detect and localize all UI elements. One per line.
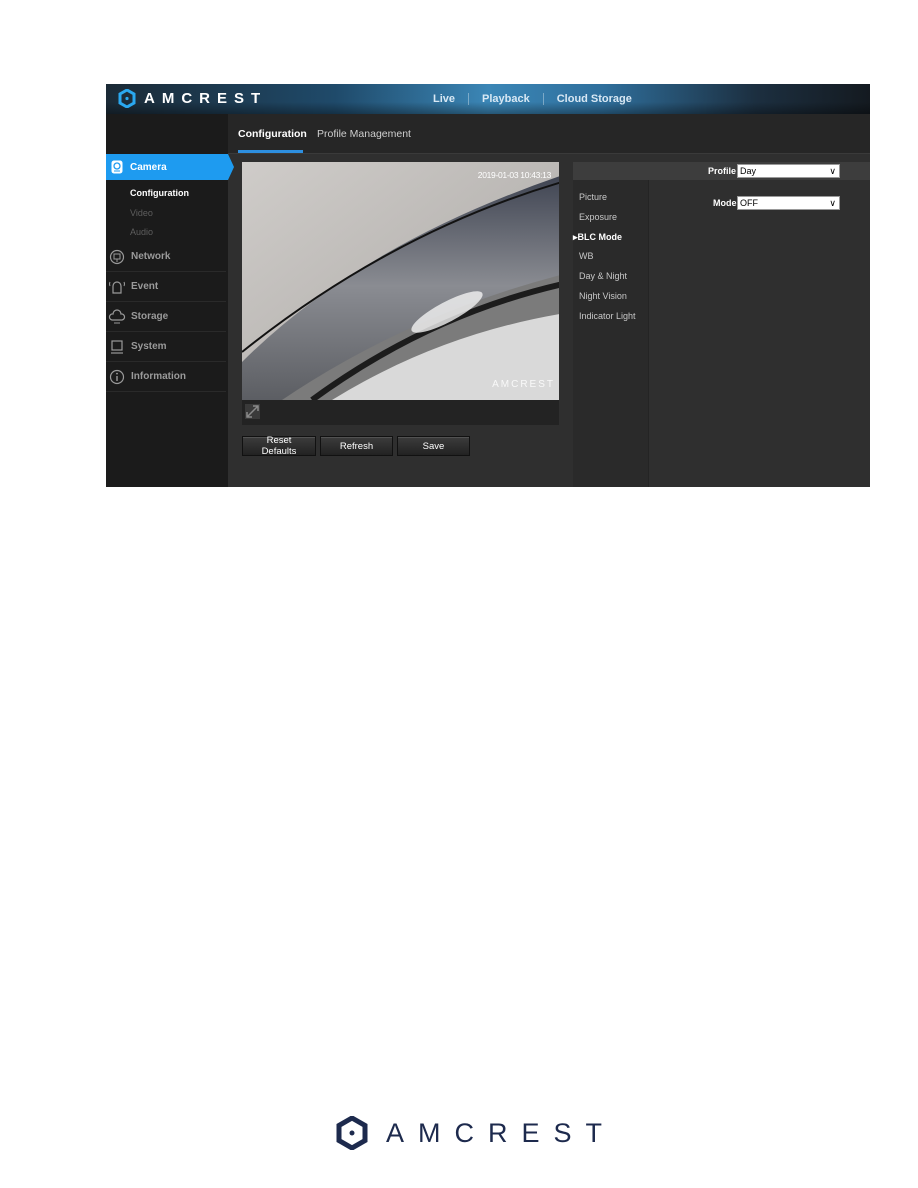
sidebar-sub-audio[interactable]: Audio — [130, 227, 153, 237]
nav-live[interactable]: Live — [420, 93, 468, 105]
amcrest-logo-icon — [118, 89, 136, 108]
active-tab-indicator — [238, 150, 303, 153]
computer-icon — [108, 338, 126, 356]
sub-header-tabs: Configuration Profile Management — [228, 114, 870, 154]
video-timestamp: 2019-01-03 10:43:13 — [477, 170, 552, 180]
mode-select[interactable]: OFF ∨ — [737, 196, 840, 210]
profile-select[interactable]: Day ∨ — [737, 164, 840, 178]
profile-label: Profile — [708, 166, 737, 176]
video-frame-image — [242, 162, 559, 400]
footer-logo-text: AMCREST — [386, 1117, 617, 1148]
nav-cloud-storage[interactable]: Cloud Storage — [544, 93, 645, 105]
sidebar: Camera Configuration Video Audio Network… — [106, 114, 234, 487]
sidebar-item-label: Event — [131, 281, 159, 292]
top-bar: AMCREST Live Playback Cloud Storage — [106, 84, 870, 114]
header-logo: AMCREST — [118, 89, 267, 108]
menu-item-indicator-light[interactable]: Indicator Light — [579, 311, 636, 321]
refresh-button[interactable]: Refresh — [320, 436, 393, 456]
profile-select-value: Day — [740, 166, 757, 176]
amcrest-logo-icon — [336, 1116, 368, 1150]
sidebar-item-network[interactable]: Network — [106, 242, 226, 272]
sidebar-item-system[interactable]: System — [106, 332, 226, 362]
sidebar-item-event[interactable]: Event — [106, 272, 226, 302]
mode-label: Mode — [713, 198, 737, 208]
mode-select-value: OFF — [740, 198, 758, 208]
sidebar-sub-configuration[interactable]: Configuration — [130, 188, 189, 198]
info-icon — [108, 368, 126, 386]
sidebar-item-information[interactable]: Information — [106, 362, 226, 392]
header-logo-text: AMCREST — [144, 90, 268, 107]
network-icon — [108, 248, 126, 266]
menu-item-label: BLC Mode — [577, 232, 623, 242]
video-watermark: AMCREST — [492, 379, 555, 390]
sidebar-item-label: Information — [131, 371, 186, 382]
chevron-down-icon: ∨ — [829, 198, 836, 208]
top-navigation: Live Playback Cloud Storage — [420, 84, 645, 114]
reset-defaults-button[interactable]: Reset Defaults — [242, 435, 316, 457]
sidebar-item-camera[interactable]: Camera — [106, 154, 234, 180]
video-toolbar — [242, 400, 559, 425]
camera-icon — [111, 160, 123, 174]
menu-item-day-night[interactable]: Day & Night — [579, 271, 627, 281]
sidebar-item-label: Camera — [130, 161, 167, 173]
sidebar-sub-video[interactable]: Video — [130, 208, 153, 218]
amcrest-web-app: AMCREST Live Playback Cloud Storage Came… — [106, 84, 870, 487]
fullscreen-icon[interactable] — [245, 404, 260, 419]
chevron-down-icon: ∨ — [829, 166, 836, 176]
save-button[interactable]: Save — [397, 436, 470, 456]
live-video-preview[interactable]: 2019-01-03 10:43:13 AMCREST — [242, 162, 559, 400]
sidebar-item-label: Storage — [131, 311, 169, 322]
sidebar-item-label: Network — [131, 251, 171, 262]
menu-item-exposure[interactable]: Exposure — [579, 212, 617, 222]
nav-playback[interactable]: Playback — [469, 93, 543, 105]
menu-item-blc-mode[interactable]: ▸BLC Mode — [573, 232, 622, 243]
tab-profile-management[interactable]: Profile Management — [317, 128, 411, 140]
profile-bar: Profile Day ∨ — [573, 162, 870, 180]
menu-item-wb[interactable]: WB — [579, 251, 594, 261]
sidebar-item-label: System — [131, 341, 167, 352]
footer-logo: AMCREST — [336, 1116, 616, 1150]
sidebar-item-storage[interactable]: Storage — [106, 302, 226, 332]
menu-item-night-vision[interactable]: Night Vision — [579, 291, 627, 301]
cloud-storage-icon — [108, 308, 126, 326]
alarm-icon — [108, 278, 126, 296]
image-settings-menu: Picture Exposure ▸BLC Mode WB Day & Nigh… — [573, 180, 649, 487]
menu-item-picture[interactable]: Picture — [579, 192, 607, 202]
tab-configuration[interactable]: Configuration — [238, 128, 307, 140]
